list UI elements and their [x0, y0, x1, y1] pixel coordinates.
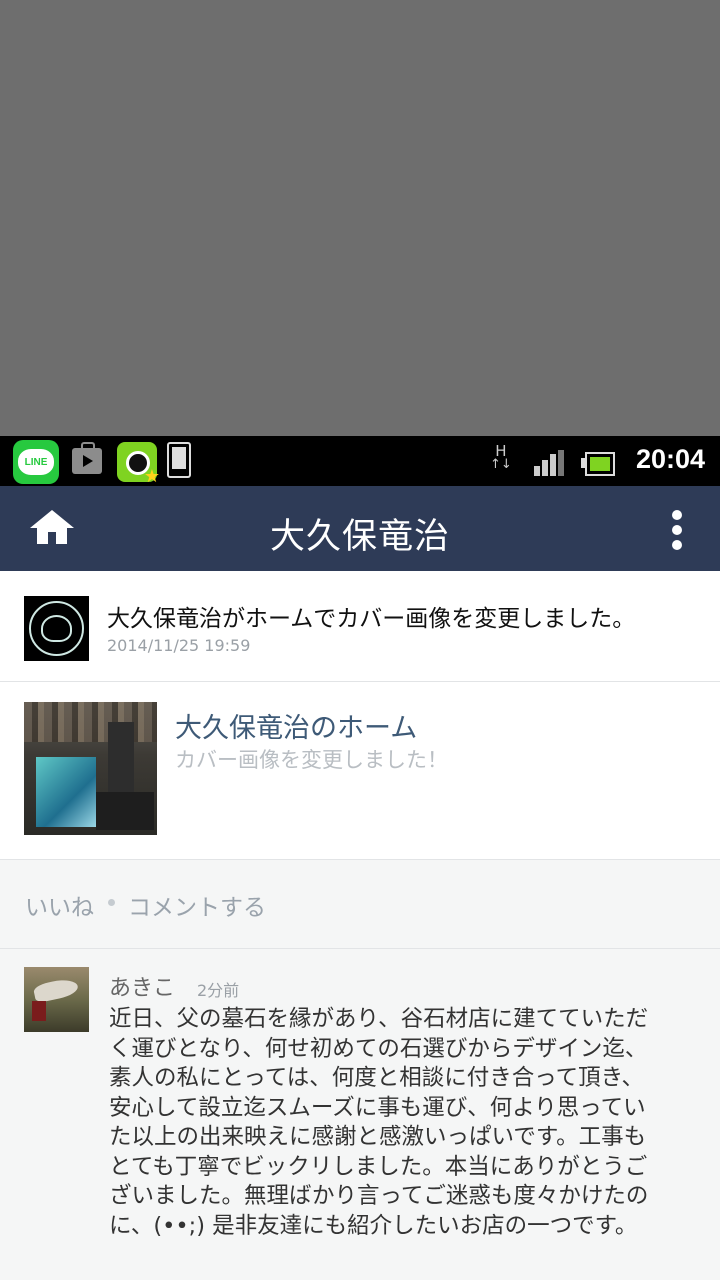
comment-item: あきこ 2分前 近日、父の墓石を縁があり、谷石材店に建てていただ く運びとなり、… — [0, 949, 720, 1280]
post-date: 2014/11/25 19:59 — [107, 636, 251, 655]
separator-dot — [108, 899, 115, 906]
shopping-bag-icon — [72, 442, 102, 474]
comment-line: く運びとなり、何せ初めての石選びからデザイン迄、 — [109, 1035, 648, 1062]
status-bar: LINE ★ H ↑↓ 20:04 — [0, 436, 720, 487]
like-button[interactable]: いいね — [25, 888, 94, 922]
phone-device-icon — [167, 442, 191, 478]
network-type-label: H — [495, 442, 507, 460]
comment-line: に、(••;) 是非友達にも紹介したいお店の一つです。 — [109, 1212, 638, 1239]
commenter-name[interactable]: あきこ — [109, 970, 175, 1002]
comment-line: 安心して設立迄スムーズに事も運び、何より思ってい — [109, 1094, 646, 1121]
home-link-card[interactable]: 大久保竜治のホーム カバー画像を変更しました！ — [0, 682, 720, 860]
page-title: 大久保竜治 — [269, 517, 450, 557]
avatar[interactable] — [24, 596, 89, 661]
comment-line: 素人の私にとっては、何度と相談に付き合って頂き、 — [109, 1065, 645, 1091]
signal-icon — [534, 450, 564, 476]
dimmed-overlay-area — [0, 0, 720, 436]
post-text: 大久保竜治がホームでカバー画像を変更しました。 — [107, 606, 636, 632]
comment-line: 近日、父の墓石を縁があり、谷石材店に建てていただ — [109, 1006, 649, 1032]
comment-line: とても丁寧でビックリしました。本当にありがとうご — [109, 1153, 648, 1180]
line-app-label: LINE — [18, 449, 54, 475]
timeline-post: 大久保竜治がホームでカバー画像を変更しました。 2014/11/25 19:59 — [0, 571, 720, 682]
comment-line: ざいました。無理ばかり言ってご迷惑も度々かけたの — [109, 1183, 649, 1209]
post-actions: いいね コメントする — [0, 860, 720, 949]
comment-time: 2分前 — [197, 981, 240, 1000]
status-time: 20:04 — [636, 444, 706, 474]
camera-app-icon: ★ — [117, 442, 160, 487]
card-title-link[interactable]: 大久保竜治のホーム — [175, 706, 417, 745]
cover-image-thumbnail[interactable] — [24, 702, 157, 835]
app-header: 大久保竜治 — [0, 486, 720, 571]
battery-icon — [585, 452, 615, 476]
card-subtitle: カバー画像を変更しました！ — [175, 748, 448, 772]
more-vertical-icon[interactable] — [664, 508, 692, 552]
commenter-avatar[interactable] — [24, 967, 89, 1032]
comment-body: 近日、父の墓石を縁があり、谷石材店に建てていただ く運びとなり、何せ初めての石選… — [109, 1005, 699, 1241]
comment-button[interactable]: コメントする — [128, 888, 266, 922]
comment-line: た以上の出来映えに感謝と感激いっぱいです。工事も — [109, 1124, 647, 1150]
network-h-icon: H ↑↓ — [490, 442, 512, 472]
line-app-icon: LINE — [13, 440, 59, 484]
